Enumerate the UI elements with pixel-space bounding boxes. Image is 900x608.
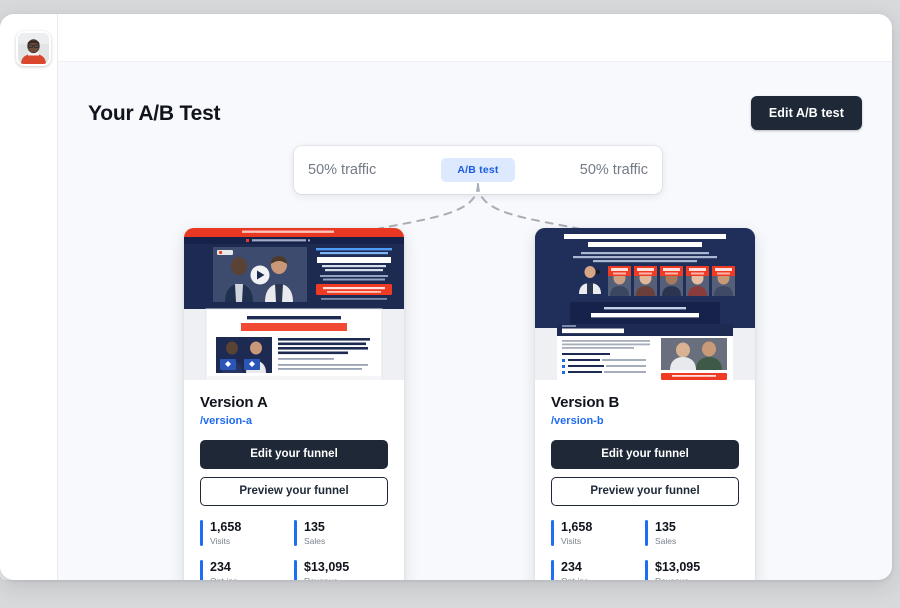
sidebar xyxy=(0,14,58,580)
stat-label: Visits xyxy=(561,536,582,546)
stat-item: 234 Opt-ins xyxy=(551,560,645,580)
stat-value: $13,095 xyxy=(304,560,350,574)
variant-a-edit-funnel-button[interactable]: Edit your funnel xyxy=(200,440,388,469)
stat-accent-bar xyxy=(645,560,648,580)
stat-item: 234 Opt-ins xyxy=(200,560,294,580)
stat-label: Opt-ins xyxy=(561,576,588,580)
main-content: Your A/B Test Edit A/B test 50% traffic … xyxy=(58,62,892,580)
funnel-preview-b-image xyxy=(535,228,755,380)
stat-accent-bar xyxy=(294,520,297,546)
stat-accent-bar xyxy=(551,520,554,546)
stat-item: 135 Sales xyxy=(645,520,739,546)
top-bar xyxy=(58,14,892,62)
variant-a-thumbnail[interactable] xyxy=(184,228,404,380)
stat-item: 1,658 Visits xyxy=(200,520,294,546)
variant-b-name: Version B xyxy=(551,394,620,411)
stat-value: $13,095 xyxy=(655,560,701,574)
stat-label: Sales xyxy=(304,536,326,546)
variant-a-name: Version A xyxy=(200,394,268,411)
stat-item: 1,658 Visits xyxy=(551,520,645,546)
variant-a-preview-funnel-button[interactable]: Preview your funnel xyxy=(200,477,388,506)
variant-card-b[interactable]: Version B /version-b Edit your funnel Pr… xyxy=(535,228,755,580)
variant-b-stats: 1,658 Visits 135 Sales 234 $13,095 xyxy=(551,520,739,580)
stat-accent-bar xyxy=(294,560,297,580)
stat-label: Visits xyxy=(210,536,231,546)
variant-card-a[interactable]: Version A /version-a Edit your funnel Pr… xyxy=(184,228,404,580)
avatar-image xyxy=(18,33,49,64)
stat-label: Opt-ins xyxy=(210,576,237,580)
variant-b-thumbnail[interactable] xyxy=(535,228,755,380)
stat-accent-bar xyxy=(200,560,203,580)
variant-cards: Version A /version-a Edit your funnel Pr… xyxy=(58,62,892,580)
avatar[interactable] xyxy=(16,31,51,66)
screen: Your A/B Test Edit A/B test 50% traffic … xyxy=(0,0,900,608)
stat-value: 1,658 xyxy=(561,520,593,534)
stat-label: Revenue xyxy=(304,576,349,580)
stat-value: 1,658 xyxy=(210,520,242,534)
variant-b-preview-funnel-button[interactable]: Preview your funnel xyxy=(551,477,739,506)
variant-a-stats: 1,658 Visits 135 Sales 234 $13,095 xyxy=(200,520,388,580)
stat-item: $13,095 Revenue xyxy=(294,560,388,580)
stat-accent-bar xyxy=(200,520,203,546)
funnel-preview-a-image xyxy=(184,228,404,380)
variant-b-body: Version B /version-b Edit your funnel Pr… xyxy=(535,380,755,580)
variant-a-slug[interactable]: /version-a xyxy=(200,415,388,427)
variant-b-edit-funnel-button[interactable]: Edit your funnel xyxy=(551,440,739,469)
stat-label: Sales xyxy=(655,536,677,546)
stat-accent-bar xyxy=(551,560,554,580)
stat-item: 135 Sales xyxy=(294,520,388,546)
stat-label: Revenue xyxy=(655,576,700,580)
stat-value: 135 xyxy=(304,520,325,534)
stat-value: 234 xyxy=(561,560,582,574)
stat-item: $13,095 Revenue xyxy=(645,560,739,580)
stat-value: 234 xyxy=(210,560,231,574)
stat-accent-bar xyxy=(645,520,648,546)
stat-value: 135 xyxy=(655,520,676,534)
variant-b-slug[interactable]: /version-b xyxy=(551,415,739,427)
variant-a-body: Version A /version-a Edit your funnel Pr… xyxy=(184,380,404,580)
app-window: Your A/B Test Edit A/B test 50% traffic … xyxy=(0,14,892,580)
